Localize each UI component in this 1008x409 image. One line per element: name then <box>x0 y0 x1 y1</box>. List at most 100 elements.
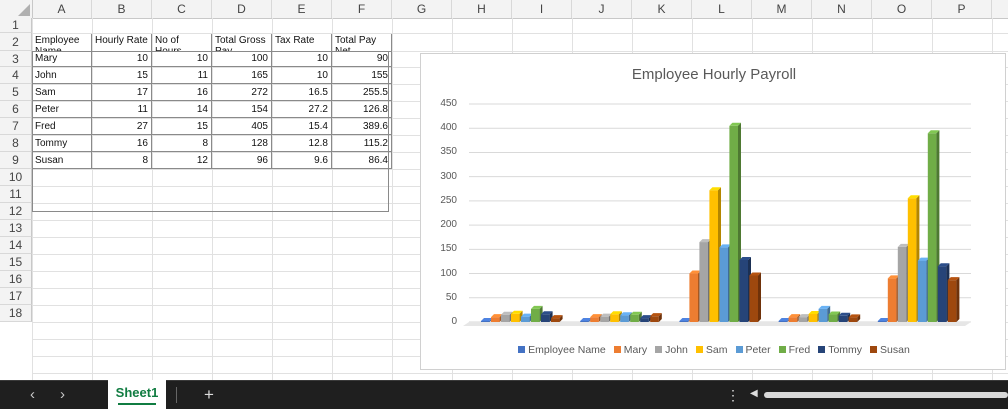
table-value-cell[interactable]: 10 <box>272 67 332 84</box>
row-header-1[interactable]: 1 <box>0 18 32 33</box>
row-header-4[interactable]: 4 <box>0 67 32 84</box>
bar-john-1[interactable] <box>600 313 612 322</box>
column-header-l[interactable]: L <box>692 0 752 18</box>
select-all-button[interactable] <box>0 0 33 18</box>
table-header-cell[interactable]: Hourly Rate <box>92 34 152 52</box>
bar-john-4[interactable] <box>897 243 910 322</box>
employee-name-cell[interactable]: John <box>32 67 92 84</box>
employee-name-cell[interactable]: Peter <box>32 101 92 118</box>
bar-peter-3[interactable] <box>818 305 831 322</box>
table-value-cell[interactable]: 11 <box>152 67 212 84</box>
column-header-a[interactable]: A <box>32 0 92 18</box>
table-value-cell[interactable]: 9.6 <box>272 152 332 169</box>
bar-peter-1[interactable] <box>620 312 632 322</box>
row-header-2[interactable]: 2 <box>0 33 32 51</box>
bar-susan-4[interactable] <box>947 277 960 322</box>
column-header-o[interactable]: O <box>872 0 932 18</box>
table-value-cell[interactable]: 10 <box>92 51 152 67</box>
legend-item[interactable]: Peter <box>735 344 771 356</box>
column-header-d[interactable]: D <box>212 0 272 18</box>
table-value-cell[interactable]: 17 <box>92 84 152 101</box>
column-header-i[interactable]: I <box>512 0 572 18</box>
chevron-left-icon[interactable]: ‹ <box>30 381 35 409</box>
row-header-10[interactable]: 10 <box>0 169 32 186</box>
table-value-cell[interactable]: 27.2 <box>272 101 332 118</box>
bar-employee-name-0[interactable] <box>481 318 493 322</box>
bar-employee-name-1[interactable] <box>580 318 592 322</box>
column-header-n[interactable]: N <box>812 0 872 18</box>
bar-peter-0[interactable] <box>521 313 533 322</box>
bar-fred-3[interactable] <box>828 311 841 322</box>
table-value-cell[interactable]: 128 <box>212 135 272 152</box>
row-header-16[interactable]: 16 <box>0 271 32 288</box>
legend-item[interactable]: John <box>655 344 688 356</box>
bar-mary-3[interactable] <box>788 314 801 322</box>
table-value-cell[interactable]: 15.4 <box>272 118 332 135</box>
table-value-cell[interactable]: 405 <box>212 118 272 135</box>
row-header-8[interactable]: 8 <box>0 135 32 152</box>
employee-name-cell[interactable]: Tommy <box>32 135 92 152</box>
row-header-7[interactable]: 7 <box>0 118 32 135</box>
bar-mary-4[interactable] <box>887 275 900 322</box>
row-header-6[interactable]: 6 <box>0 101 32 118</box>
bar-fred-1[interactable] <box>630 311 642 322</box>
bar-susan-1[interactable] <box>650 313 662 322</box>
legend-item[interactable]: Mary <box>613 344 647 356</box>
table-value-cell[interactable]: 16 <box>92 135 152 152</box>
bar-peter-2[interactable] <box>719 244 731 322</box>
bar-susan-0[interactable] <box>551 315 563 322</box>
bar-tommy-2[interactable] <box>739 256 751 322</box>
bar-sam-3[interactable] <box>808 311 821 322</box>
table-value-cell[interactable]: 10 <box>272 51 332 67</box>
table-value-cell[interactable]: 126.8 <box>332 101 392 118</box>
table-value-cell[interactable]: 11 <box>92 101 152 118</box>
table-value-cell[interactable]: 154 <box>212 101 272 118</box>
legend-item[interactable]: Fred <box>778 344 810 356</box>
column-header-m[interactable]: M <box>752 0 812 18</box>
column-header-p[interactable]: P <box>932 0 992 18</box>
table-value-cell[interactable]: 27 <box>92 118 152 135</box>
bar-susan-2[interactable] <box>749 272 761 322</box>
sheet-tab-sheet1[interactable]: Sheet1 <box>108 380 166 409</box>
bar-sam-4[interactable] <box>907 195 920 322</box>
column-header-h[interactable]: H <box>452 0 512 18</box>
bar-john-0[interactable] <box>501 311 513 322</box>
table-value-cell[interactable]: 16.5 <box>272 84 332 101</box>
more-options-icon[interactable]: ⋮ <box>726 381 740 409</box>
row-header-12[interactable]: 12 <box>0 203 32 220</box>
table-header-cell[interactable]: No of Hours <box>152 34 212 52</box>
table-value-cell[interactable]: 14 <box>152 101 212 118</box>
bar-employee-name-2[interactable] <box>679 318 691 322</box>
column-header-f[interactable]: F <box>332 0 392 18</box>
payroll-chart[interactable]: Employee Hourly Payroll 450 400 350 300 250 2… <box>420 53 1006 370</box>
table-value-cell[interactable]: 10 <box>152 51 212 67</box>
bar-susan-3[interactable] <box>848 314 861 322</box>
bar-mary-0[interactable] <box>491 314 503 322</box>
row-header-5[interactable]: 5 <box>0 84 32 101</box>
table-value-cell[interactable]: 8 <box>152 135 212 152</box>
column-header-c[interactable]: C <box>152 0 212 18</box>
table-value-cell[interactable]: 165 <box>212 67 272 84</box>
row-header-15[interactable]: 15 <box>0 254 32 271</box>
table-value-cell[interactable]: 115.2 <box>332 135 392 152</box>
row-header-14[interactable]: 14 <box>0 237 32 254</box>
bar-peter-4[interactable] <box>917 257 930 322</box>
table-value-cell[interactable]: 8 <box>92 152 152 169</box>
legend-item[interactable]: Sam <box>695 344 728 356</box>
legend-item[interactable]: Employee Name <box>518 344 606 356</box>
bar-fred-0[interactable] <box>531 305 543 322</box>
row-header-9[interactable]: 9 <box>0 152 32 169</box>
table-value-cell[interactable]: 272 <box>212 84 272 101</box>
table-header-cell[interactable]: Employee Name <box>32 34 92 52</box>
bar-sam-1[interactable] <box>610 311 622 322</box>
bar-tommy-0[interactable] <box>541 311 553 322</box>
table-value-cell[interactable]: 16 <box>152 84 212 101</box>
bar-tommy-4[interactable] <box>937 263 950 322</box>
bar-mary-2[interactable] <box>689 270 701 322</box>
table-header-cell[interactable]: Total Gross Pay <box>212 34 272 52</box>
scrollbar-thumb[interactable] <box>764 392 1008 398</box>
table-value-cell[interactable]: 15 <box>92 67 152 84</box>
table-value-cell[interactable]: 86.4 <box>332 152 392 169</box>
bar-fred-4[interactable] <box>927 130 940 322</box>
chevron-right-icon[interactable]: › <box>60 381 65 409</box>
